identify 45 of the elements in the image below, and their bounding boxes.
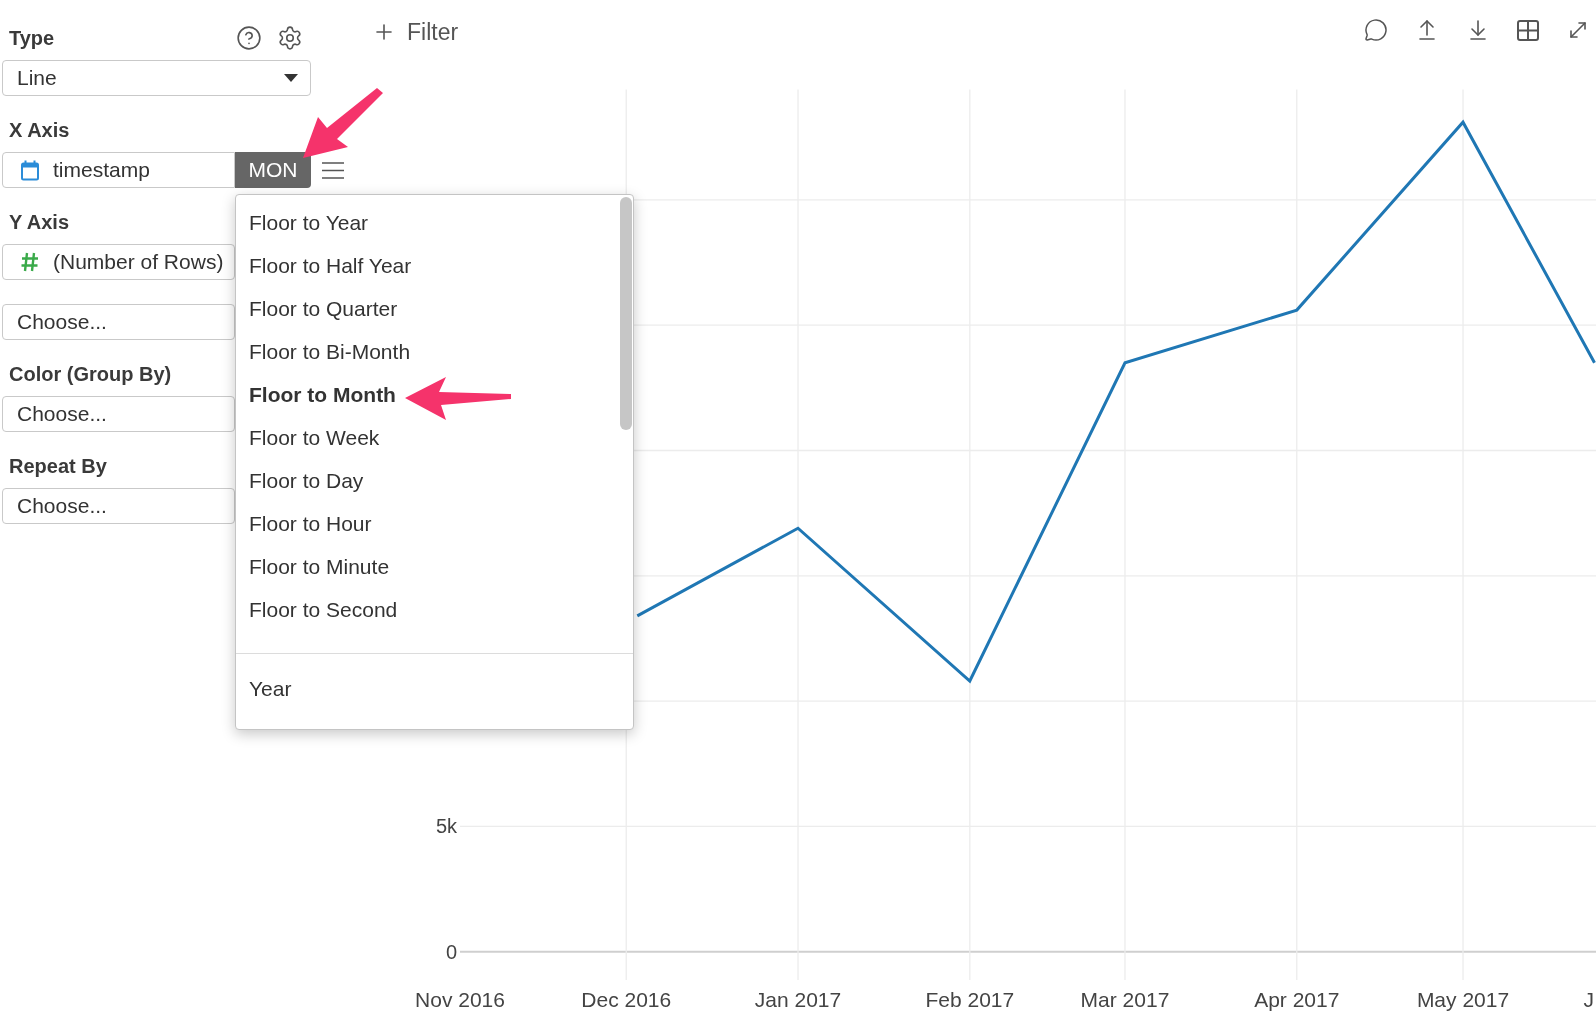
filter-button[interactable]: Filter — [372, 18, 459, 46]
y-axis-label: 0 — [445, 940, 457, 963]
scrollbar-thumb[interactable] — [620, 197, 632, 430]
calendar-icon — [21, 159, 39, 181]
menu-item[interactable]: Floor to Hour — [236, 502, 619, 545]
y-axis-label: 5k — [435, 815, 457, 838]
cut-off-axis-label: J — [1583, 988, 1594, 1011]
menu-item[interactable]: Floor to Week — [236, 416, 619, 459]
caret-icon — [284, 74, 298, 82]
grid-icon[interactable] — [1517, 19, 1539, 41]
column-field[interactable]: (Number of Rows) — [2, 244, 235, 280]
x-axis-label: Jan 2017 — [754, 988, 842, 1011]
help-icon[interactable] — [236, 25, 262, 51]
menu-icon[interactable] — [322, 161, 344, 179]
section-label: Type — [8, 26, 55, 50]
callout-arrow-icon — [301, 87, 384, 160]
x-axis-label: Apr 2017 — [1254, 988, 1340, 1011]
menu-item[interactable]: Floor to Minute — [236, 545, 619, 588]
x-axis-label: Mar 2017 — [1080, 988, 1170, 1011]
section-label: X Axis — [8, 118, 70, 142]
menu-item[interactable]: Floor to Month — [236, 373, 619, 416]
x-axis-label: Nov 2016 — [415, 988, 505, 1011]
menu-item[interactable]: Floor to Quarter — [236, 287, 619, 330]
choose-select[interactable]: Choose... — [2, 488, 235, 524]
menu-item[interactable]: Floor to Day — [236, 459, 619, 502]
section-label: Repeat By — [8, 454, 107, 478]
x-axis-label: Feb 2017 — [925, 988, 1015, 1011]
settings-icon[interactable] — [277, 25, 303, 51]
menu-item[interactable]: Floor to Half Year — [236, 244, 619, 287]
menu-item[interactable]: Floor to Year — [236, 201, 619, 244]
type-select[interactable]: Line — [2, 60, 311, 96]
section-label: Y Axis — [8, 210, 70, 234]
menu-item[interactable]: Floor to Bi-Month — [236, 330, 619, 373]
x-axis-label: Dec 2016 — [581, 988, 672, 1011]
menu-item[interactable]: Year — [236, 667, 619, 710]
x-axis-label: May 2017 — [1416, 988, 1510, 1011]
menu-item[interactable]: Floor to Second — [236, 588, 619, 631]
aggregation-button[interactable]: MON — [235, 152, 311, 188]
choose-select[interactable]: Choose... — [2, 396, 235, 432]
comment-icon[interactable] — [1364, 18, 1388, 42]
section-label: Color (Group By) — [8, 362, 172, 386]
callout-arrow-icon — [404, 376, 513, 421]
column-field[interactable]: timestamp — [2, 152, 235, 188]
hash-icon — [21, 252, 39, 272]
choose-select[interactable]: Choose... — [2, 304, 235, 340]
